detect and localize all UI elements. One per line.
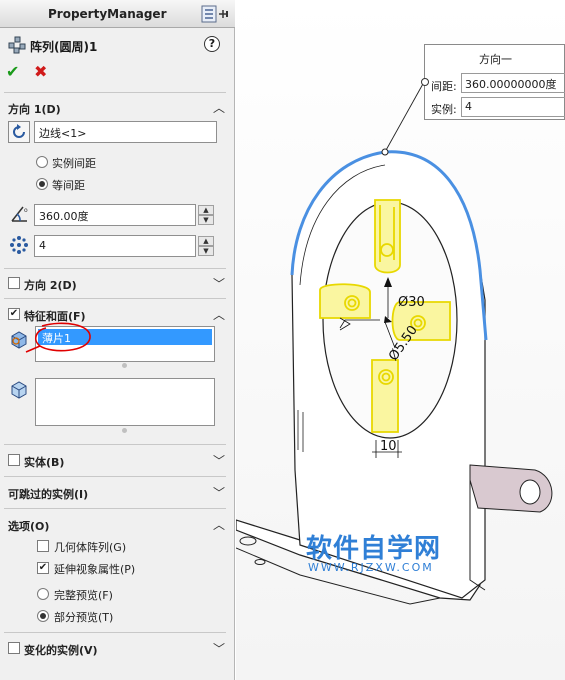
- bodies-header[interactable]: 实体(B) ﹀: [0, 449, 235, 471]
- circular-pattern-icon: [8, 36, 26, 54]
- skip-instances-header[interactable]: 可跳过的实例(I) ﹀: [0, 481, 235, 503]
- pattern-axis-field[interactable]: 边线<1>: [34, 121, 217, 143]
- faces-listbox[interactable]: [35, 378, 215, 426]
- instances-value: 4: [465, 100, 472, 113]
- panel-title: PropertyManager: [48, 7, 167, 21]
- help-icon[interactable]: ?: [204, 36, 220, 52]
- options-label: 选项(O): [8, 520, 50, 533]
- chevron-down-icon[interactable]: ﹀: [213, 640, 225, 657]
- varied-instances-checkbox[interactable]: [8, 642, 20, 654]
- reverse-direction-icon[interactable]: [8, 121, 30, 143]
- chevron-down-icon[interactable]: ﹀: [213, 452, 225, 469]
- cancel-button[interactable]: ✖: [34, 62, 47, 81]
- ok-button[interactable]: ✔: [6, 62, 19, 81]
- panel-header: PropertyManager: [0, 0, 235, 28]
- propagate-visual-label: 延伸视象属性(P): [54, 563, 136, 576]
- direction2-label: 方向 2(D): [24, 279, 77, 292]
- instance-count-value: 4: [39, 239, 46, 252]
- skip-instances-label: 可跳过的实例(I): [8, 488, 89, 501]
- pattern-axis-value: 边线<1>: [39, 127, 87, 140]
- count-spinner[interactable]: ▲ ▼: [198, 236, 214, 256]
- direction1-label: 方向 1(D): [8, 103, 61, 116]
- geometry-pattern-label: 几何体阵列(G): [54, 541, 127, 554]
- full-preview-label: 完整预览(F): [54, 589, 113, 602]
- bodies-label: 实体(B): [24, 456, 65, 469]
- callout-anchor: [381, 148, 389, 156]
- spacing-label: 间距:: [431, 80, 457, 93]
- spacing-input[interactable]: 360.00000000度: [461, 73, 565, 93]
- chevron-up-icon[interactable]: ︿: [213, 306, 225, 323]
- instance-spacing-radio[interactable]: [36, 156, 48, 168]
- property-manager-panel: PropertyManager 阵列(圆周)1 ? ✔ ✖ 方向 1(D) ︿ …: [0, 0, 235, 680]
- separator: [4, 268, 226, 269]
- pin-icon[interactable]: [201, 5, 231, 23]
- angle-input[interactable]: 360.00度: [34, 204, 196, 226]
- chevron-down-icon[interactable]: ﹀: [213, 275, 225, 292]
- equal-spacing-radio[interactable]: [36, 178, 48, 190]
- annotation-circle: [25, 322, 91, 353]
- options-header[interactable]: 选项(O) ︿: [0, 513, 235, 535]
- varied-instances-header[interactable]: 变化的实例(V) ﹀: [0, 637, 235, 659]
- direction-callout[interactable]: 方向一 间距: 360.00000000度 实例: 4: [421, 44, 565, 120]
- watermark-text: 软件自学网: [306, 534, 442, 564]
- direction2-checkbox[interactable]: [8, 277, 20, 289]
- angle-spinner[interactable]: ▲ ▼: [198, 205, 214, 225]
- callout-node-icon: [421, 78, 429, 86]
- propagate-visual-checkbox[interactable]: ✔: [37, 562, 49, 574]
- resize-grip[interactable]: [122, 363, 127, 368]
- separator: [4, 92, 226, 93]
- chevron-up-icon[interactable]: ︿: [213, 99, 225, 116]
- separator: [4, 444, 226, 445]
- bodies-checkbox[interactable]: [8, 454, 20, 466]
- chevron-up-icon[interactable]: ︿: [213, 516, 225, 533]
- geometry-pattern-checkbox[interactable]: [37, 540, 49, 552]
- mount-hole: [239, 536, 257, 546]
- features-faces-checkbox[interactable]: ✔: [8, 308, 20, 320]
- separator: [4, 476, 226, 477]
- feature-title-row: 阵列(圆周)1 ?: [0, 30, 235, 58]
- tab-hole: [519, 479, 541, 505]
- angle-value: 360.00度: [39, 210, 89, 223]
- separator: [4, 298, 226, 299]
- direction1-header[interactable]: 方向 1(D) ︿: [0, 96, 235, 118]
- feature-title: 阵列(圆周)1: [30, 40, 98, 54]
- instance-spacing-label: 实例间距: [52, 157, 96, 170]
- dimension-10[interactable]: 10: [380, 439, 397, 454]
- separator: [4, 508, 226, 509]
- faces-to-pattern-icon: [11, 381, 27, 399]
- callout-leader: [384, 81, 425, 153]
- angle-icon: o: [11, 206, 28, 222]
- svg-text:o: o: [24, 207, 28, 214]
- spacing-value: 360.00000000度: [465, 78, 557, 91]
- varied-instances-label: 变化的实例(V): [24, 644, 98, 657]
- watermark-url: WWW.RJZXW.COM: [308, 561, 434, 574]
- equal-spacing-label: 等间距: [52, 179, 85, 192]
- instances-input[interactable]: 4: [461, 97, 565, 117]
- instances-label: 实例:: [431, 103, 457, 116]
- separator: [4, 632, 226, 633]
- callout-title: 方向一: [479, 53, 512, 66]
- partial-preview-label: 部分预览(T): [54, 611, 114, 624]
- resize-grip[interactable]: [122, 428, 127, 433]
- mount-hole: [254, 559, 266, 565]
- full-preview-radio[interactable]: [37, 588, 49, 600]
- direction2-header[interactable]: 方向 2(D) ﹀: [0, 272, 235, 294]
- instances-icon: [10, 236, 28, 254]
- partial-preview-radio[interactable]: [37, 610, 49, 622]
- chevron-down-icon[interactable]: ﹀: [213, 484, 225, 501]
- dimension-d30[interactable]: Ø30: [398, 295, 425, 310]
- instance-count-input[interactable]: 4: [34, 235, 196, 257]
